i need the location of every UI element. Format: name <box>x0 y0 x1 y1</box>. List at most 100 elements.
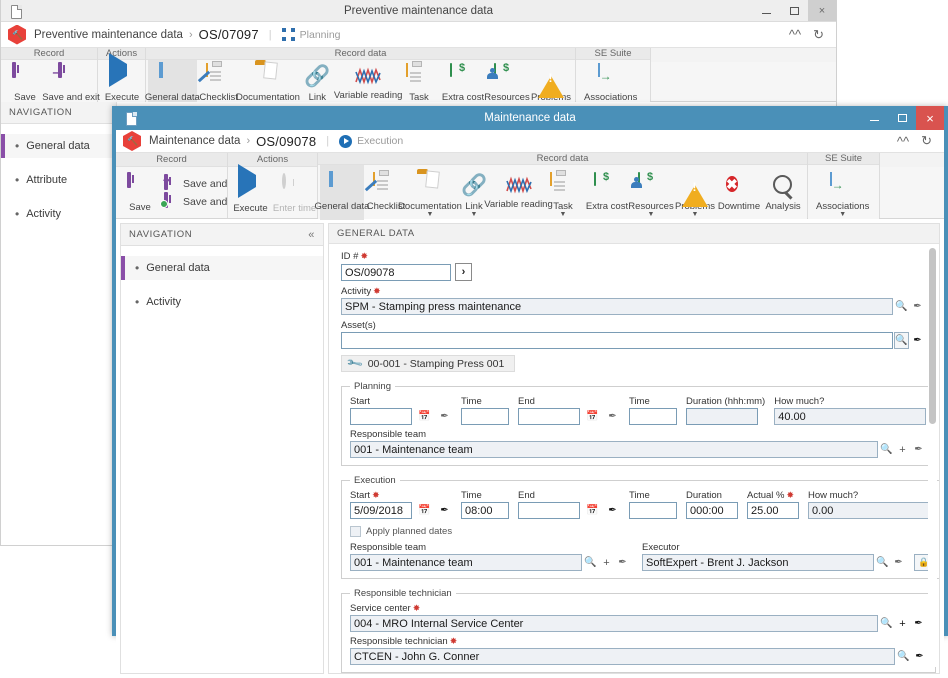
executor-input[interactable] <box>642 554 874 571</box>
ribbon-execute-button[interactable]: Execute <box>100 53 144 105</box>
ribbon-save-button[interactable]: Save <box>3 60 47 105</box>
chevron-up-icon[interactable]: ^^ <box>897 134 909 149</box>
maximize-button[interactable] <box>780 0 808 21</box>
close-button[interactable]: × <box>916 106 944 130</box>
brush-icon[interactable]: ✒ <box>912 648 927 665</box>
chevron-right-icon[interactable]: › <box>455 263 472 281</box>
foreground-ribbon[interactable]: Record Save ➞ Save and exit Save and new… <box>116 153 944 220</box>
refresh-icon[interactable]: ↻ <box>921 133 932 149</box>
minimize-button[interactable] <box>860 106 888 130</box>
execution-start-input[interactable] <box>350 502 412 519</box>
planning-duration-field: Duration (hhh:mm) <box>686 396 765 425</box>
planning-end-time-input[interactable] <box>629 408 677 425</box>
breadcrumb-actions[interactable]: ^^ ↻ <box>897 133 944 149</box>
brush-icon[interactable]: ✒ <box>891 554 906 571</box>
ribbon-task-button[interactable]: Task ▼ <box>541 165 585 220</box>
brush-icon[interactable]: ✒ <box>605 408 620 425</box>
search-icon[interactable]: 🔍 <box>583 554 598 571</box>
ribbon-general-data-button[interactable]: General data <box>315 165 369 220</box>
apply-planned-dates-checkbox[interactable] <box>350 526 361 537</box>
ribbon-analysis-button[interactable]: Analysis <box>761 165 805 220</box>
form-scrollbar-thumb[interactable] <box>929 248 936 424</box>
search-icon[interactable]: 🔍 <box>894 298 909 315</box>
background-window-titlebar[interactable]: Preventive maintenance data × <box>1 0 836 22</box>
brush-icon[interactable]: ✒ <box>615 554 630 571</box>
chevron-down-icon[interactable]: ▼ <box>839 211 846 218</box>
ribbon-variable-reading-button[interactable]: Variable reading <box>484 165 553 220</box>
foreground-window-controls[interactable]: × <box>860 106 944 130</box>
sidebar-item-activity[interactable]: • Activity <box>121 290 323 314</box>
double-chevron-left-icon[interactable]: « <box>308 229 315 241</box>
search-icon[interactable]: 🔍 <box>879 615 894 632</box>
plus-icon[interactable]: + <box>895 441 910 458</box>
ribbon-downtime-button[interactable]: ✖ Downtime <box>717 165 761 220</box>
maintenance-data-window[interactable]: Maintenance data × 🔨 Maintenance data › … <box>112 106 948 678</box>
apply-planned-dates-row[interactable]: Apply planned dates <box>350 526 934 537</box>
execution-responsible-team-input[interactable] <box>350 554 582 571</box>
refresh-icon[interactable]: ↻ <box>813 27 824 43</box>
calendar-icon[interactable]: 📅 <box>585 502 600 519</box>
planning-end-input[interactable] <box>518 408 580 425</box>
asset-chip[interactable]: 🔧 00-001 - Stamping Press 001 <box>341 355 516 373</box>
ribbon-problems-button[interactable]: Problems ▼ <box>673 165 717 220</box>
execution-how-much-input[interactable] <box>808 502 934 519</box>
activity-input[interactable] <box>341 298 893 315</box>
calendar-icon[interactable]: 📅 <box>417 502 432 519</box>
plus-icon[interactable]: + <box>599 554 614 571</box>
ribbon-extra-cost-button[interactable]: Extra cost <box>585 165 629 220</box>
ribbon-execute-button[interactable]: Execute <box>229 164 273 218</box>
sidebar-item-general-data[interactable]: • General data <box>121 256 323 280</box>
close-button[interactable]: × <box>808 0 836 21</box>
breadcrumb-actions[interactable]: ^^ ↻ <box>789 27 836 43</box>
plus-icon[interactable]: + <box>895 615 910 632</box>
search-icon[interactable]: 🔍 <box>894 332 909 349</box>
brush-icon[interactable]: ✒ <box>910 332 925 349</box>
planning-how-much-input[interactable] <box>774 408 926 425</box>
breadcrumb-module[interactable]: Maintenance data <box>149 135 240 147</box>
brush-icon[interactable]: ✒ <box>911 441 926 458</box>
planning-responsible-team-input[interactable] <box>350 441 878 458</box>
form-scrollbar[interactable] <box>928 248 937 667</box>
sidebar-item-general-data[interactable]: • General data <box>1 134 116 158</box>
brush-icon[interactable]: ✒ <box>911 615 926 632</box>
sidebar-item-activity[interactable]: • Activity <box>1 202 116 226</box>
chevron-down-icon[interactable]: ▼ <box>471 211 478 218</box>
ribbon-associations-button[interactable]: → Associations ▼ <box>810 165 875 220</box>
breadcrumb-module[interactable]: Preventive maintenance data <box>34 29 183 41</box>
execution-start-time-input[interactable] <box>461 502 509 519</box>
maximize-button[interactable] <box>888 106 916 130</box>
chevron-down-icon[interactable]: ▼ <box>692 211 699 218</box>
ribbon-link-button[interactable]: 🔗 Link ▼ <box>452 165 496 220</box>
search-icon[interactable]: 🔍 <box>896 648 911 665</box>
id-input[interactable] <box>341 264 451 281</box>
service-center-input[interactable] <box>350 615 878 632</box>
assets-input[interactable] <box>341 332 893 349</box>
responsible-technician-input[interactable] <box>350 648 895 665</box>
search-icon[interactable]: 🔍 <box>879 441 894 458</box>
brush-icon[interactable]: ✒ <box>437 408 452 425</box>
foreground-window-titlebar[interactable]: Maintenance data × <box>116 106 944 130</box>
sidebar-item-attribute[interactable]: • Attribute <box>1 168 116 192</box>
search-icon[interactable]: 🔍 <box>875 554 890 571</box>
execution-actual-pct-input[interactable] <box>747 502 799 519</box>
calendar-icon[interactable]: 📅 <box>585 408 600 425</box>
chevron-up-icon[interactable]: ^^ <box>789 27 801 42</box>
minimize-button[interactable] <box>752 0 780 21</box>
ribbon-resources-button[interactable]: Resources ▼ <box>628 165 674 220</box>
planning-start-time-input[interactable] <box>461 408 509 425</box>
planning-start-input[interactable] <box>350 408 412 425</box>
background-ribbon[interactable]: Record Save ➞ Save and exit Actions Exec… <box>1 48 836 111</box>
background-window-controls[interactable]: × <box>752 0 836 21</box>
chevron-down-icon[interactable]: ▼ <box>648 211 655 218</box>
ribbon-save-and-exit-button[interactable]: ➞ Save and exit <box>42 60 100 105</box>
chevron-down-icon[interactable]: ▼ <box>427 211 434 218</box>
ribbon-save-button[interactable]: Save <box>118 167 162 218</box>
brush-icon[interactable]: ✒ <box>605 502 620 519</box>
chevron-down-icon[interactable]: ▼ <box>560 211 567 218</box>
calendar-icon[interactable]: 📅 <box>417 408 432 425</box>
brush-icon[interactable]: ✒ <box>437 502 452 519</box>
ribbon-documentation-button[interactable]: Documentation ▼ <box>398 165 462 220</box>
brush-icon[interactable]: ✒ <box>910 298 925 315</box>
execution-end-time-input[interactable] <box>629 502 677 519</box>
execution-end-input[interactable] <box>518 502 580 519</box>
